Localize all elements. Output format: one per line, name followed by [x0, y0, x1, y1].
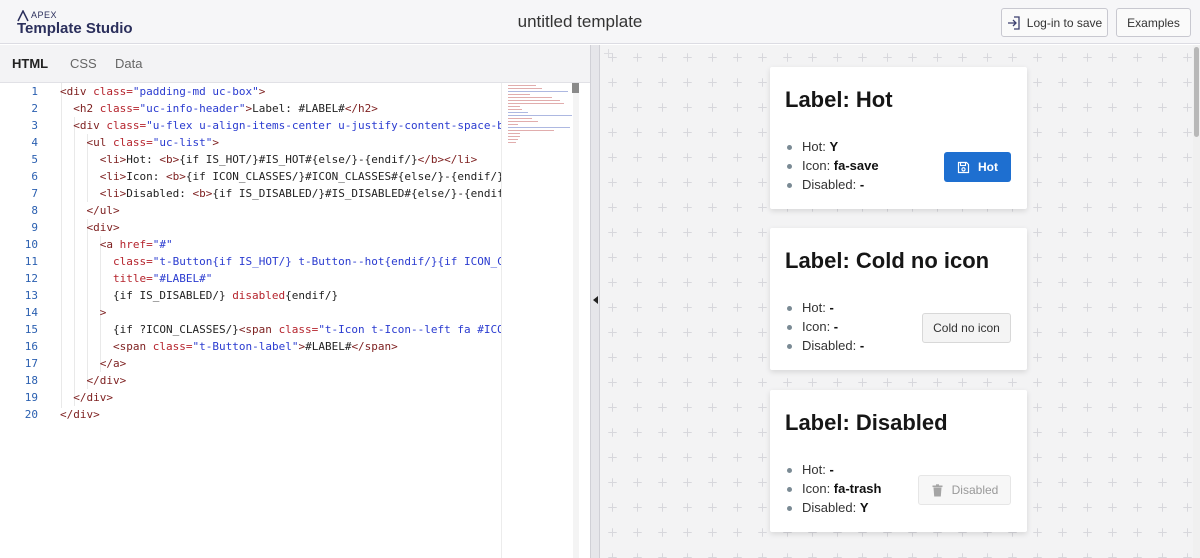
template-title[interactable]: untitled template — [420, 12, 740, 32]
line-number: 12 — [24, 272, 38, 285]
line-number: 13 — [24, 289, 38, 302]
list-item-disabled: Disabled: - — [785, 177, 935, 196]
line-number: 5 — [31, 153, 38, 166]
line-number: 6 — [31, 170, 38, 183]
list-item-disabled: Disabled: Y — [785, 500, 935, 519]
line-number: 15 — [24, 323, 38, 336]
tab-data[interactable]: Data — [115, 56, 142, 71]
list-item-hot: Hot: - — [785, 300, 935, 319]
line-number: 16 — [24, 340, 38, 353]
code-line: title="#LABEL#" — [112, 272, 213, 285]
list-item-icon: Icon: - — [785, 319, 935, 338]
line-number: 7 — [31, 187, 38, 200]
code-text-area[interactable]: <div class="padding-md uc-box"> <h2 clas… — [60, 83, 501, 558]
code-line: {if IS_DISABLED/} disabled{endif/} — [60, 289, 339, 302]
code-line: {if ?ICON_CLASSES/}<span class="t-Icon t… — [60, 323, 501, 336]
login-button-label: Log-in to save — [1026, 15, 1103, 30]
editor-scrollbar-thumb[interactable] — [572, 83, 579, 93]
code-line: <li>Icon: <b>{if ICON_CLASSES/}#ICON_CLA… — [99, 170, 501, 183]
card-info-list: Hot: Y Icon: fa-save Disabled: - — [785, 139, 935, 196]
examples-button-label: Examples — [1127, 15, 1180, 30]
app-logo[interactable]: APEX Template Studio — [17, 9, 177, 37]
tab-css[interactable]: CSS — [70, 56, 97, 71]
code-line: <li>Disabled: <b>{if IS_DISABLED/}#IS_DI… — [99, 187, 501, 200]
line-number: 4 — [31, 136, 38, 149]
card-info-list: Hot: - Icon: fa-trash Disabled: Y — [785, 462, 935, 519]
pane-splitter[interactable] — [590, 45, 600, 558]
code-line: <span class="t-Button-label">#LABEL#</sp… — [112, 340, 398, 353]
preview-scrollbar-thumb[interactable] — [1194, 47, 1199, 137]
code-line: </div> — [60, 408, 100, 421]
line-number: 20 — [24, 408, 38, 421]
code-line: <li>Hot: <b>{if IS_HOT/}#IS_HOT#{else/}-… — [99, 153, 478, 166]
login-to-save-button[interactable]: Log-in to save — [1001, 8, 1108, 37]
line-number: 14 — [24, 306, 38, 319]
collapse-arrow-icon[interactable] — [593, 296, 598, 304]
tab-html[interactable]: HTML — [12, 56, 48, 71]
editor-tabs: HTML CSS Data — [0, 45, 590, 83]
examples-button[interactable]: Examples — [1116, 8, 1191, 37]
line-number: 8 — [31, 204, 38, 217]
line-number: 17 — [24, 357, 38, 370]
code-line: </a> — [99, 357, 127, 370]
disabled-button: Disabled — [918, 475, 1011, 505]
line-number: 18 — [24, 374, 38, 387]
cold-no-icon-button[interactable]: Cold no icon — [922, 313, 1011, 343]
card-title: Label: Hot — [785, 87, 893, 112]
card-title: Label: Disabled — [785, 410, 948, 435]
code-line: <div class="padding-md uc-box"> — [60, 85, 266, 98]
preview-card-cold: Label: Cold no icon Hot: - Icon: - Disab… — [770, 228, 1027, 370]
card-info-list: Hot: - Icon: - Disabled: - — [785, 300, 935, 357]
code-line: </div> — [86, 374, 127, 387]
list-item-icon: Icon: fa-save — [785, 158, 935, 177]
code-line: class="t-Button{if IS_HOT/} t-Button--ho… — [112, 255, 501, 268]
code-line: <div> — [86, 221, 120, 234]
line-number: 2 — [31, 102, 38, 115]
logo-apex-text: APEX — [31, 10, 58, 20]
editor-scrollbar[interactable] — [573, 83, 579, 558]
list-item-disabled: Disabled: - — [785, 338, 935, 357]
hot-button[interactable]: Hot — [944, 152, 1011, 182]
line-number: 19 — [24, 391, 38, 404]
code-line: <h2 class="uc-info-header">Label: #LABEL… — [73, 102, 378, 115]
code-minimap[interactable] — [501, 83, 573, 558]
line-number: 11 — [24, 255, 38, 268]
app-header: APEX Template Studio untitled template L… — [0, 0, 1200, 44]
code-line: <ul class="uc-list"> — [86, 136, 219, 149]
hot-button-label: Hot — [978, 160, 998, 174]
trash-icon — [932, 483, 943, 496]
preview-card-hot: Label: Hot Hot: Y Icon: fa-save Disabled… — [770, 67, 1027, 209]
card-title: Label: Cold no icon — [785, 248, 990, 273]
line-number-gutter: 1 2 3 4 5 6 7 8 9 10 11 12 13 14 15 16 1… — [0, 83, 48, 558]
line-number: 9 — [31, 221, 38, 234]
login-icon — [1007, 15, 1020, 30]
list-item-icon: Icon: fa-trash — [785, 481, 935, 500]
code-line: </div> — [73, 391, 113, 404]
code-editor[interactable]: 1 2 3 4 5 6 7 8 9 10 11 12 13 14 15 16 1… — [0, 83, 590, 558]
list-item-hot: Hot: - — [785, 462, 935, 481]
disabled-button-label: Disabled — [951, 483, 999, 497]
save-icon — [957, 161, 970, 173]
line-number: 1 — [31, 85, 38, 98]
preview-card-disabled: Label: Disabled Hot: - Icon: fa-trash Di… — [770, 390, 1027, 532]
cold-button-label: Cold no icon — [933, 321, 1000, 335]
code-line: <div class="u-flex u-align-items-center … — [73, 119, 501, 132]
code-line: <a href="#" — [99, 238, 173, 251]
code-line: > — [99, 306, 107, 319]
line-number: 3 — [31, 119, 38, 132]
code-line: </ul> — [86, 204, 120, 217]
logo-product-name: Template Studio — [17, 20, 133, 37]
list-item-hot: Hot: Y — [785, 139, 935, 158]
line-number: 10 — [24, 238, 38, 251]
